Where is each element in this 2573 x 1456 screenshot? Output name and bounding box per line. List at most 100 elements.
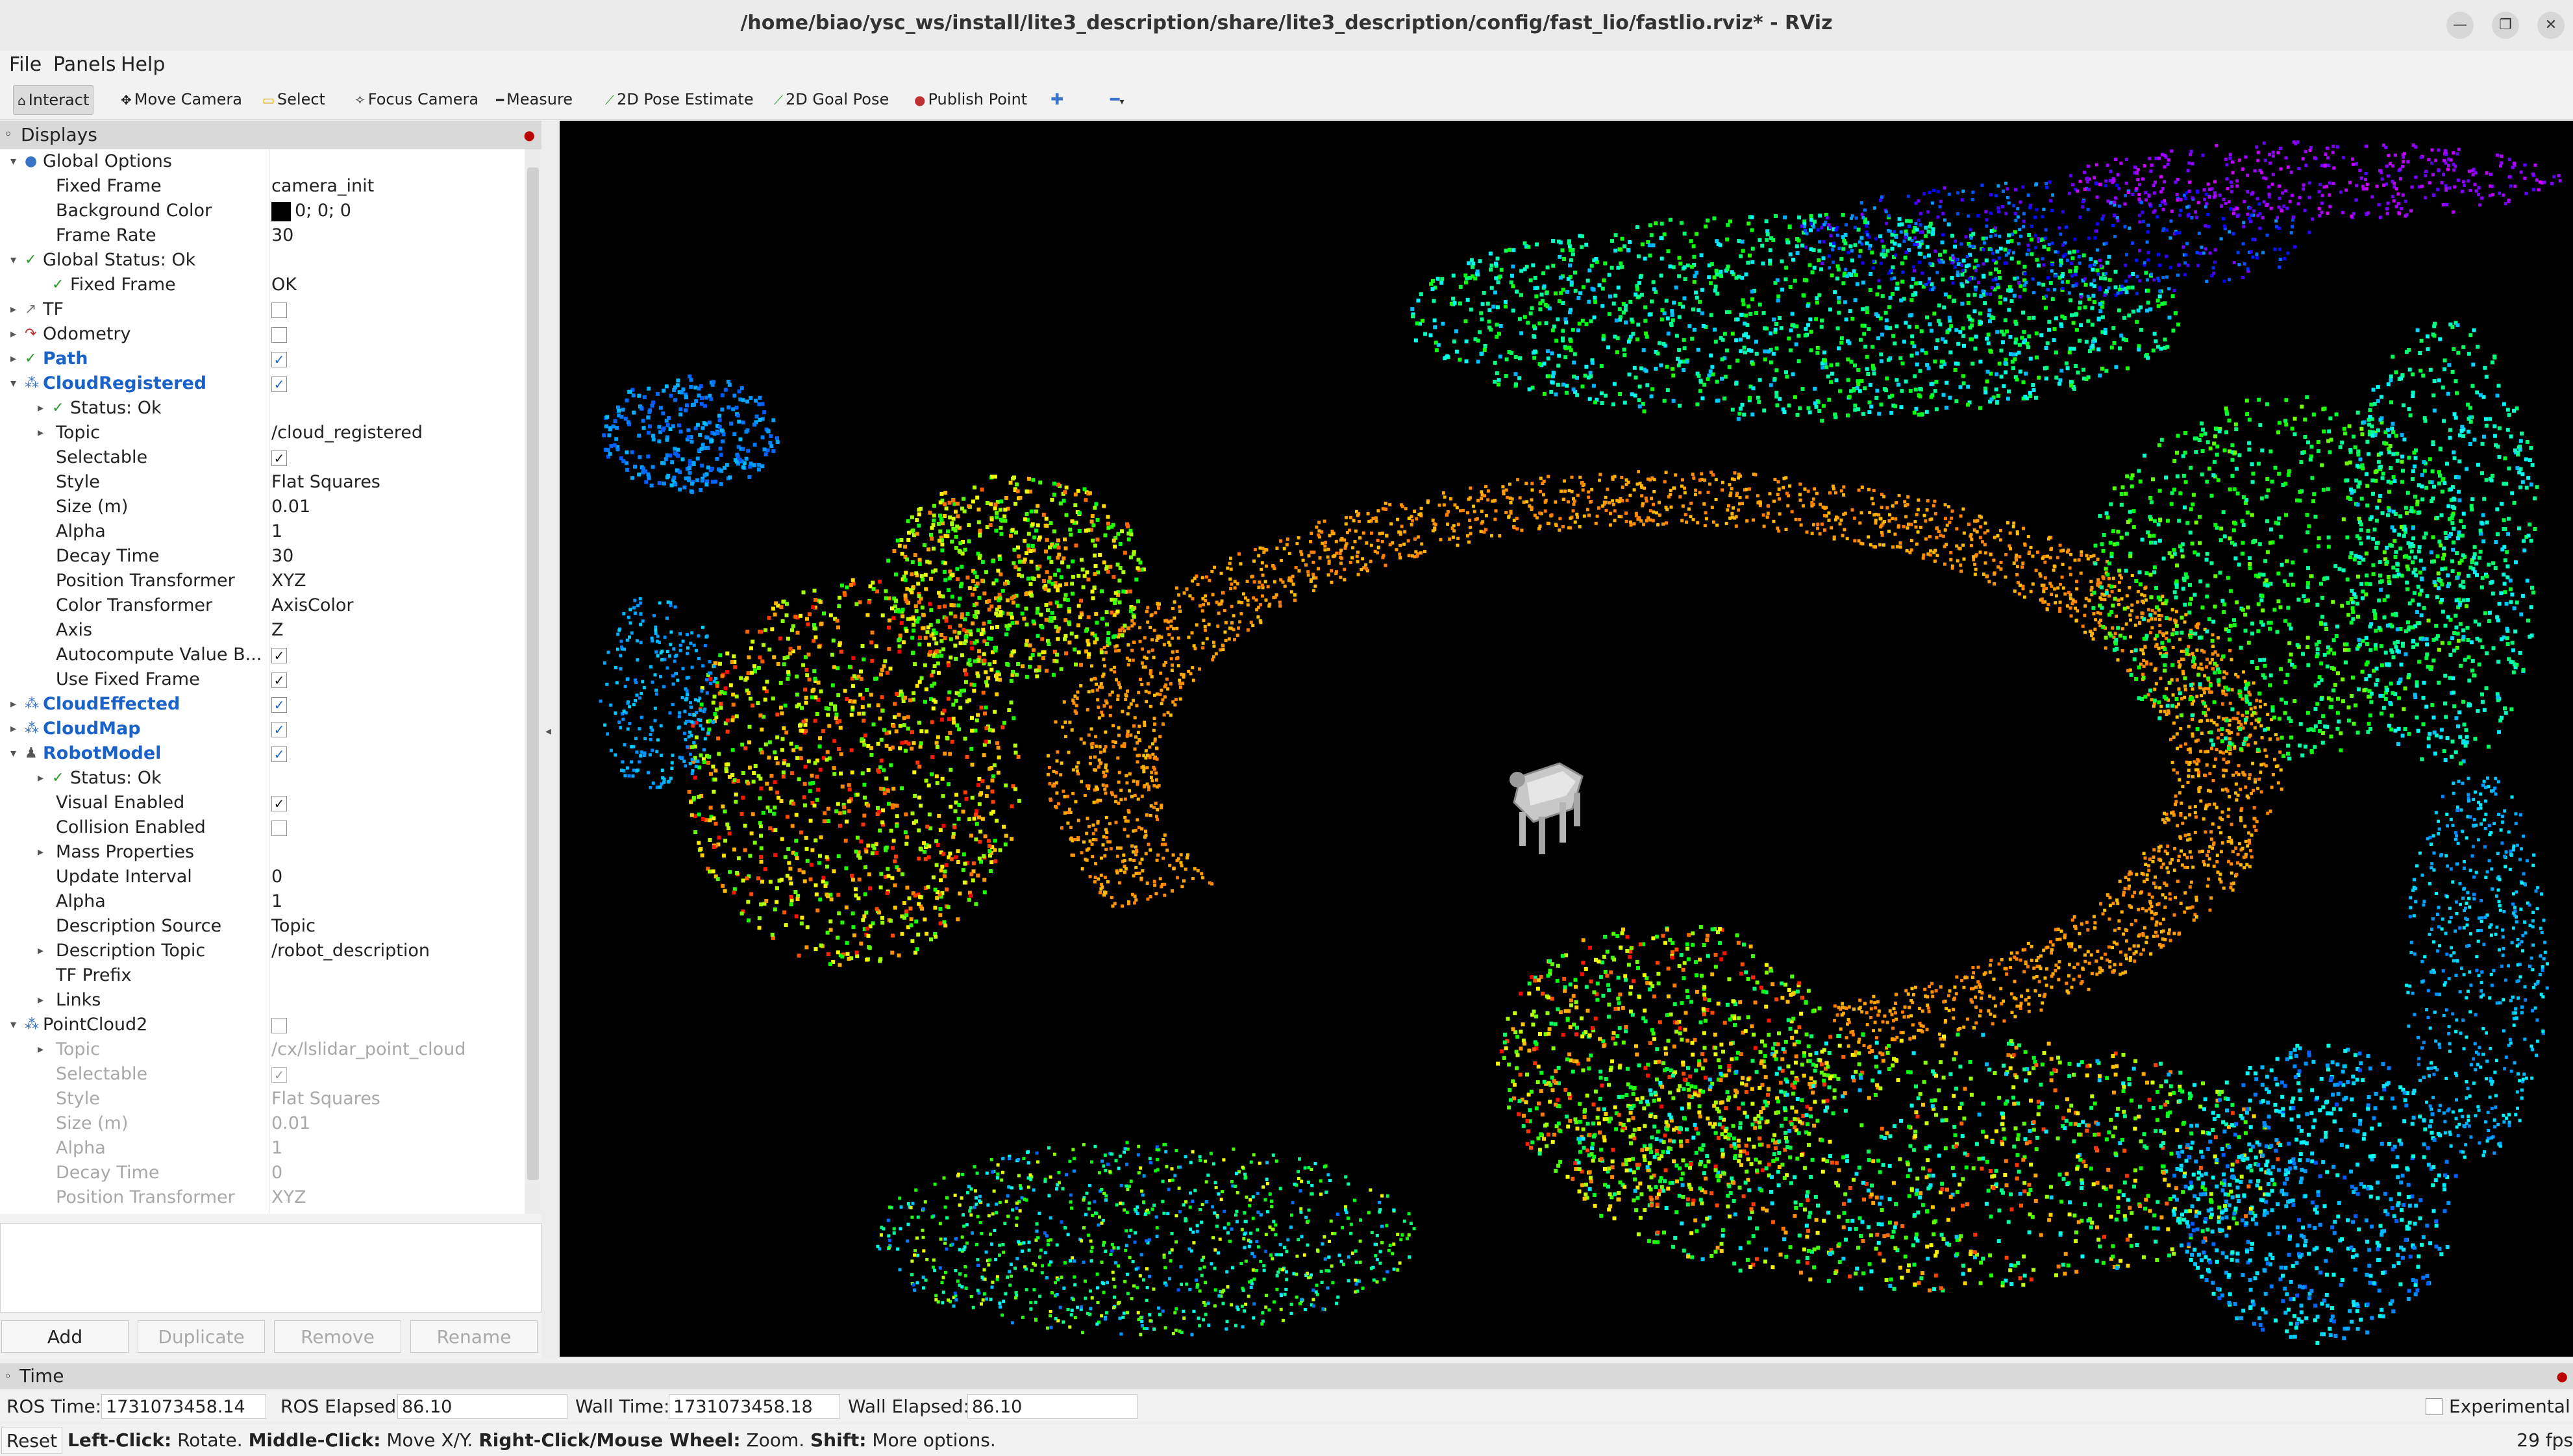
remove-tool-button[interactable]: ━▾: [1106, 85, 1128, 114]
tree-row[interactable]: Style Flat Squares: [0, 1087, 525, 1111]
ros-time-field[interactable]: 1731073458.14: [101, 1394, 266, 1419]
tool-interact[interactable]: ⌂ Interact: [13, 85, 94, 115]
tree-row[interactable]: ▸ Links: [0, 988, 525, 1013]
tree-row[interactable]: Alpha 1: [0, 1136, 525, 1161]
expand-down-icon[interactable]: ▾: [10, 248, 16, 273]
tree-row[interactable]: ▸ ↷ Odometry: [0, 322, 525, 347]
tree-row-value[interactable]: XYZ: [271, 569, 306, 593]
tree-row[interactable]: Autocompute Value B... ✓: [0, 643, 525, 667]
tree-row-value[interactable]: /cx/lslidar_point_cloud: [271, 1037, 466, 1062]
expand-down-icon[interactable]: ▾: [10, 371, 16, 396]
tree-row[interactable]: ▸ ⁂ CloudMap ✓: [0, 717, 525, 741]
tree-row[interactable]: Visual Enabled ✓: [0, 791, 525, 815]
panel-splitter[interactable]: ◂: [541, 121, 560, 1357]
row-checkbox[interactable]: ✓: [271, 672, 287, 688]
tree-row[interactable]: Use Fixed Frame ✓: [0, 667, 525, 692]
restore-icon[interactable]: ❐: [2492, 12, 2519, 39]
expand-down-icon[interactable]: ▾: [10, 741, 16, 766]
tree-row[interactable]: Axis Z: [0, 618, 525, 643]
tree-row-value[interactable]: 0: [271, 865, 282, 889]
tree-row[interactable]: Position Transformer XYZ: [0, 569, 525, 593]
tool-2d-pose-estimate[interactable]: ⟋ 2D Pose Estimate: [601, 85, 758, 114]
tree-row-value[interactable]: /cloud_registered: [271, 421, 423, 445]
expand-right-icon[interactable]: ▸: [38, 1037, 44, 1062]
tree-row-value[interactable]: 1: [271, 519, 282, 544]
row-checkbox[interactable]: ✓: [271, 450, 287, 466]
tree-row[interactable]: ▸ Mass Properties: [0, 840, 525, 865]
experimental-checkbox[interactable]: [2426, 1398, 2442, 1415]
tree-row[interactable]: ▸ Description Topic/robot_description: [0, 939, 525, 963]
tree-row[interactable]: Position Transformer XYZ: [0, 1185, 525, 1210]
tree-row[interactable]: Selectable ✓: [0, 1062, 525, 1087]
row-checkbox[interactable]: ✓: [271, 747, 287, 762]
add-display-button[interactable]: Add: [1, 1320, 129, 1353]
tree-row-value[interactable]: 0; 0; 0: [271, 199, 351, 223]
panel-close-icon[interactable]: ●: [2557, 1363, 2568, 1389]
tree-row[interactable]: ▸ Topic/cloud_registered: [0, 421, 525, 445]
expand-right-icon[interactable]: ▸: [10, 297, 16, 322]
tree-row-value[interactable]: XYZ: [271, 1185, 306, 1210]
tree-row[interactable]: ▸ Topic/cx/lslidar_point_cloud: [0, 1037, 525, 1062]
expand-right-icon[interactable]: ▸: [10, 692, 16, 717]
row-checkbox[interactable]: [271, 1018, 287, 1033]
tree-row-value[interactable]: Flat Squares: [271, 470, 380, 495]
tree-row[interactable]: ▾ ✓ Global Status: Ok: [0, 248, 525, 273]
tree-row-value[interactable]: 30: [271, 223, 293, 248]
tree-row-value[interactable]: Z: [271, 618, 284, 643]
displays-tree[interactable]: ▾ ● Global Options Fixed Frame camera_init Ba…: [0, 149, 525, 1214]
tree-row-value[interactable]: OK: [271, 273, 297, 297]
tree-row-value[interactable]: AxisColor: [271, 593, 354, 618]
expand-right-icon[interactable]: ▸: [10, 717, 16, 741]
reset-button[interactable]: Reset: [1, 1427, 62, 1454]
add-tool-button[interactable]: ✚: [1047, 85, 1067, 114]
tree-row[interactable]: Decay Time 0: [0, 1161, 525, 1185]
tree-row[interactable]: Decay Time 30: [0, 544, 525, 569]
tree-row[interactable]: ▾ ⁂ PointCloud2: [0, 1013, 525, 1037]
wall-elapsed-field[interactable]: 86.10: [967, 1394, 1137, 1419]
tree-row-value[interactable]: 1: [271, 889, 282, 914]
tree-row[interactable]: ▸ ✓ Path ✓: [0, 347, 525, 371]
displays-scrollbar[interactable]: [525, 149, 541, 1214]
expand-right-icon[interactable]: ▸: [38, 988, 44, 1013]
tree-row[interactable]: Size (m) 0.01: [0, 495, 525, 519]
rename-display-button[interactable]: Rename: [410, 1320, 538, 1353]
row-checkbox[interactable]: ✓: [271, 796, 287, 811]
tree-row[interactable]: ▾ ● Global Options: [0, 149, 525, 174]
menu-help[interactable]: Help: [121, 51, 165, 79]
tree-row[interactable]: Selectable ✓: [0, 445, 525, 470]
tree-row[interactable]: Alpha 1: [0, 889, 525, 914]
tree-row[interactable]: Frame Rate 30: [0, 223, 525, 248]
tree-row[interactable]: Size (m) 0.01: [0, 1111, 525, 1136]
3d-viewport[interactable]: [560, 121, 2573, 1357]
row-checkbox[interactable]: [271, 821, 287, 836]
tool-move-camera[interactable]: ✥ Move Camera: [117, 85, 246, 114]
row-checkbox[interactable]: [271, 302, 287, 318]
tree-row[interactable]: ▾ ♟ RobotModel ✓: [0, 741, 525, 766]
tree-row[interactable]: Style Flat Squares: [0, 470, 525, 495]
tree-row[interactable]: Collision Enabled: [0, 815, 525, 840]
menu-file[interactable]: File: [9, 51, 42, 79]
duplicate-display-button[interactable]: Duplicate: [138, 1320, 265, 1353]
tree-row-value[interactable]: 30: [271, 544, 293, 569]
tree-row-value[interactable]: camera_init: [271, 174, 374, 199]
scrollbar-thumb[interactable]: [527, 167, 539, 1180]
tree-row-value[interactable]: Flat Squares: [271, 1087, 380, 1111]
tree-row[interactable]: Alpha 1: [0, 519, 525, 544]
tree-row[interactable]: ▸ ⁂ CloudEffected ✓: [0, 692, 525, 717]
row-checkbox[interactable]: ✓: [271, 352, 287, 367]
row-checkbox[interactable]: ✓: [271, 376, 287, 392]
tree-row[interactable]: Description Source Topic: [0, 914, 525, 939]
close-icon[interactable]: ✕: [2537, 12, 2565, 39]
expand-right-icon[interactable]: ▸: [10, 347, 16, 371]
tree-row[interactable]: TF Prefix: [0, 963, 525, 988]
row-checkbox[interactable]: ✓: [271, 697, 287, 713]
tree-row[interactable]: ✓ Fixed Frame OK: [0, 273, 525, 297]
tool-select[interactable]: ▭ Select: [258, 85, 329, 114]
tool-publish-point[interactable]: ● Publish Point: [910, 85, 1031, 114]
tree-row-value[interactable]: /robot_description: [271, 939, 430, 963]
row-checkbox[interactable]: ✓: [271, 722, 287, 737]
menu-panels[interactable]: Panels: [53, 51, 116, 79]
tool-2d-goal-pose[interactable]: ⟋ 2D Goal Pose: [770, 85, 893, 114]
ros-elapsed-field[interactable]: 86.10: [397, 1394, 567, 1419]
panel-close-icon[interactable]: ●: [524, 121, 535, 149]
